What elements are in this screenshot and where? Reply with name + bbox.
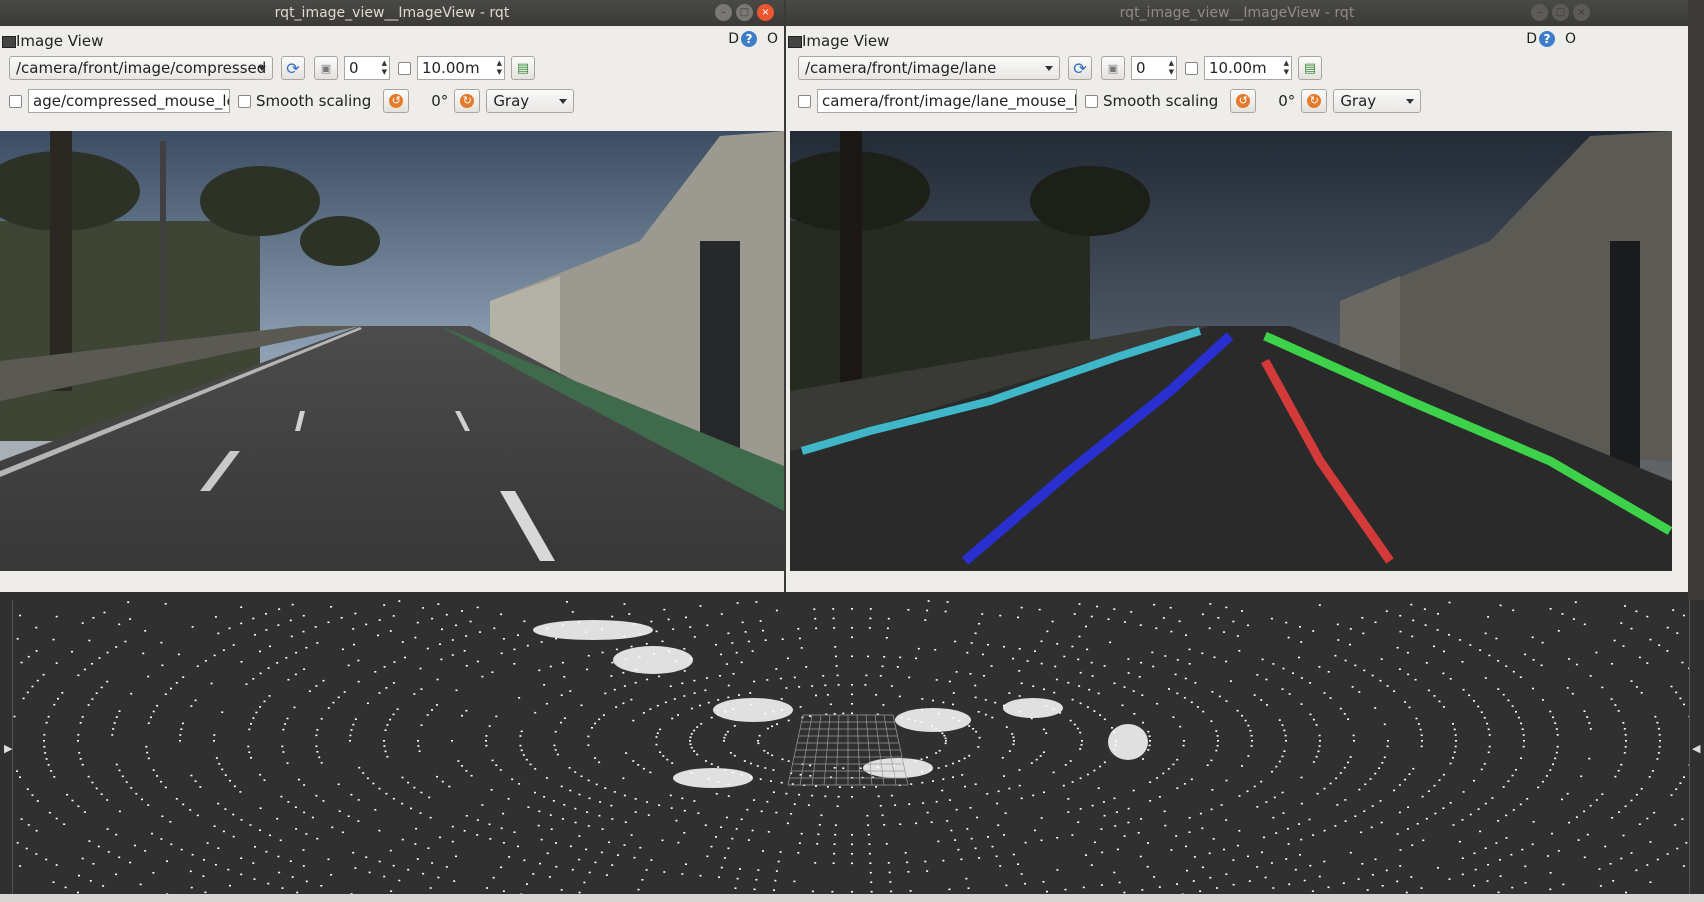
mouse-topic-value: camera/front/image/lane_mouse_left (822, 92, 1077, 110)
help-icon[interactable]: ? (740, 31, 757, 47)
left-image-view-window: rqt_image_view__ImageView - rqt – □ × Im… (0, 0, 786, 592)
minimize-button[interactable]: – (715, 4, 732, 21)
left-panel-title: Image View (16, 32, 104, 50)
spin-arrows-icon[interactable]: ▲ ▼ (382, 59, 387, 77)
chevron-down-icon (258, 66, 266, 71)
right-window-footer (786, 571, 1688, 592)
rotate-left-button[interactable]: ↺ (1230, 89, 1257, 113)
dock-d-button[interactable]: D (1526, 31, 1537, 47)
spin-arrows-icon[interactable]: ▲ ▼ (497, 59, 502, 77)
refresh-icon: ⟳ (1073, 58, 1087, 78)
refresh-topics-button[interactable]: ⟳ (1068, 56, 1092, 80)
close-button[interactable]: × (1573, 4, 1590, 21)
rotation-label: 0° (1278, 92, 1296, 110)
spin-arrows-icon[interactable]: ▲ ▼ (1284, 59, 1289, 77)
max-range-value: 10.00m (1209, 59, 1267, 77)
topic-select-value: /camera/front/image/lane (805, 59, 997, 77)
zoom-1-button[interactable]: ▣ (314, 56, 338, 80)
dynamic-range-checkbox[interactable] (1185, 61, 1198, 75)
save-image-icon: ▤ (516, 60, 530, 76)
right-image-view-window: rqt_image_view__ImageView - rqt – □ × Im… (786, 0, 1688, 592)
rotate-right-button[interactable]: ↻ (454, 89, 481, 113)
close-panel-button[interactable]: O (1565, 31, 1576, 47)
right-window-titlebar[interactable]: rqt_image_view__ImageView - rqt – □ × (786, 0, 1688, 26)
status-strip (0, 894, 1704, 902)
zoom-icon: ▣ (320, 61, 332, 75)
lane-overlay-image (790, 131, 1672, 571)
zoom-1-button[interactable]: ▣ (1101, 56, 1125, 80)
color-scheme-select[interactable]: Gray (1333, 89, 1422, 113)
right-panel-title: Image View (802, 32, 890, 50)
left-panel-header: Image View D ? O (0, 26, 784, 56)
max-range-value: 10.00m (422, 59, 480, 77)
max-range-spinbox[interactable]: 10.00m ▲ ▼ (417, 56, 505, 80)
color-scheme-select[interactable]: Gray (486, 89, 575, 113)
max-range-spinbox[interactable]: 10.00m ▲ ▼ (1204, 56, 1292, 80)
spin-arrows-icon[interactable]: ▲ ▼ (1169, 59, 1174, 77)
rotate-right-icon: ↻ (1307, 94, 1322, 108)
smooth-scaling-label: Smooth scaling (1103, 92, 1219, 110)
left-window-titlebar[interactable]: rqt_image_view__ImageView - rqt – □ × (0, 0, 784, 26)
save-image-icon: ▤ (1303, 60, 1317, 76)
topic-select[interactable]: /camera/front/image/compressed (9, 56, 273, 80)
dynamic-range-checkbox[interactable] (398, 61, 411, 75)
desktop-edge (1688, 0, 1704, 600)
left-window-title: rqt_image_view__ImageView - rqt (274, 5, 510, 21)
refresh-topics-button[interactable]: ⟳ (281, 56, 305, 80)
mouse-topic-field[interactable]: age/compressed_mouse_left (28, 89, 230, 113)
rotate-left-icon: ↺ (389, 94, 404, 108)
minimize-button[interactable]: – (1531, 4, 1548, 21)
smooth-scaling-label: Smooth scaling (256, 92, 372, 110)
point-cloud-points (13, 600, 1691, 898)
chevron-down-icon (559, 99, 568, 104)
mouse-topic-field[interactable]: camera/front/image/lane_mouse_left (817, 89, 1077, 113)
zoom-icon: ▣ (1107, 61, 1119, 75)
topic-select-value: /camera/front/image/compressed (16, 59, 267, 77)
right-window-title: rqt_image_view__ImageView - rqt (1119, 5, 1355, 21)
smooth-scaling-checkbox[interactable] (1085, 94, 1098, 108)
color-scheme-value: Gray (493, 92, 530, 110)
lane-detection-image[interactable] (790, 131, 1672, 571)
spin-box[interactable]: 0 ▲ ▼ (1131, 56, 1177, 80)
chevron-down-icon (1045, 66, 1053, 71)
maximize-button[interactable]: □ (1552, 4, 1569, 21)
point-cloud-3d-view[interactable] (12, 600, 1691, 898)
spin-box-value: 0 (1136, 59, 1146, 77)
rotate-left-button[interactable]: ↺ (383, 89, 410, 113)
maximize-button[interactable]: □ (736, 4, 753, 21)
rotation-label: 0° (431, 92, 449, 110)
dock-d-button[interactable]: D (728, 31, 739, 47)
left-window-footer (0, 571, 784, 592)
close-button[interactable]: × (757, 4, 774, 21)
publish-click-checkbox[interactable] (798, 94, 811, 108)
mouse-topic-value: age/compressed_mouse_left (33, 92, 230, 110)
panel-window-icon (2, 36, 16, 48)
point-cloud-render (13, 600, 1691, 898)
help-icon[interactable]: ? (1538, 31, 1555, 47)
smooth-scaling-checkbox[interactable] (238, 94, 251, 108)
close-panel-button[interactable]: O (767, 31, 778, 47)
color-scheme-value: Gray (1340, 92, 1377, 110)
save-image-button[interactable]: ▤ (511, 56, 535, 80)
save-image-button[interactable]: ▤ (1298, 56, 1322, 80)
rotate-right-icon: ↻ (460, 94, 475, 108)
camera-image[interactable] (0, 131, 784, 571)
panel-window-icon (788, 36, 802, 48)
rotate-left-icon: ↺ (1236, 94, 1251, 108)
right-expand-icon[interactable]: ◀ (1692, 742, 1700, 755)
publish-click-checkbox[interactable] (9, 94, 22, 108)
left-expand-icon[interactable]: ▶ (4, 742, 12, 755)
refresh-icon: ⟳ (286, 58, 300, 78)
right-panel-header: Image View D ? O (786, 26, 1688, 56)
chevron-down-icon (1406, 99, 1415, 104)
spin-box[interactable]: 0 ▲ ▼ (344, 56, 390, 80)
road-camera-image (0, 131, 784, 571)
topic-select[interactable]: /camera/front/image/lane (798, 56, 1060, 80)
spin-box-value: 0 (349, 59, 359, 77)
rotate-right-button[interactable]: ↻ (1301, 89, 1328, 113)
